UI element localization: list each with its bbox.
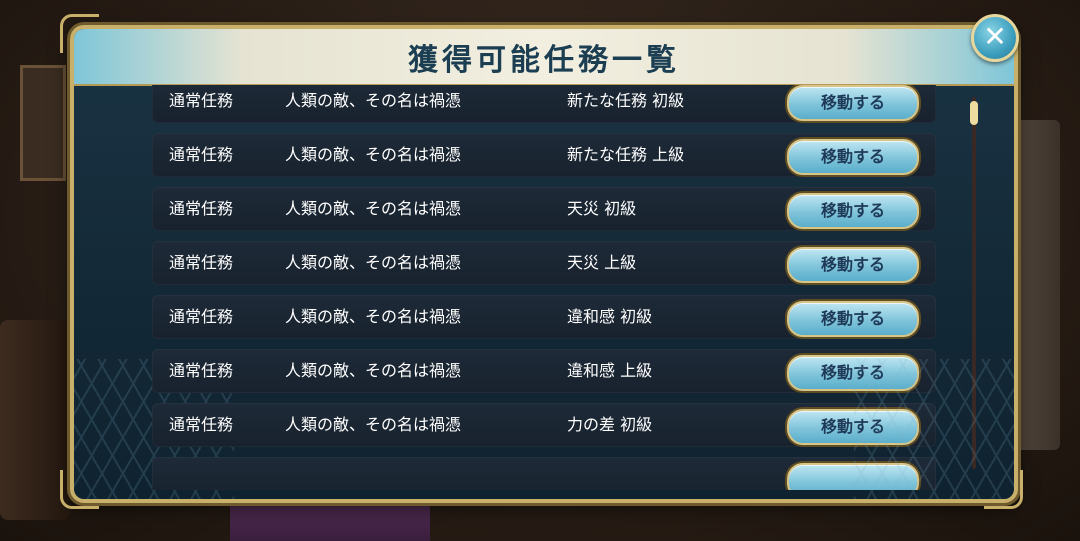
mission-type: 通常任務 [169, 91, 234, 110]
mission-row: 通常任務 人類の敵、その名は禍憑 違和感 初級 移動する [152, 295, 936, 339]
mission-row: 通常任務 人類の敵、その名は禍憑 力の差 初級 移動する [152, 403, 936, 447]
move-button[interactable] [787, 463, 919, 490]
mission-name: 違和感 上級 [567, 361, 653, 380]
close-button[interactable]: ✕ [971, 14, 1019, 62]
title-bar: 獲得可能任務一覧 [74, 29, 1014, 86]
event-name: 人類の敵、その名は禍憑 [285, 361, 462, 380]
frame-corner-bottom-left [60, 470, 99, 509]
scrollbar-thumb[interactable] [970, 101, 978, 125]
mission-row [152, 457, 936, 490]
dialog-title: 獲得可能任務一覧 [408, 42, 680, 78]
event-name: 人類の敵、その名は禍憑 [285, 307, 462, 326]
mission-type: 通常任務 [169, 361, 234, 380]
mission-type: 通常任務 [169, 145, 234, 164]
mission-name: 天災 初級 [567, 199, 637, 218]
event-name: 人類の敵、その名は禍憑 [285, 199, 462, 218]
event-name: 人類の敵、その名は禍憑 [285, 415, 462, 434]
move-button[interactable]: 移動する [787, 247, 919, 283]
mission-row: 通常任務 人類の敵、その名は禍憑 違和感 上級 移動する [152, 349, 936, 393]
move-button[interactable]: 移動する [787, 85, 919, 121]
move-button[interactable]: 移動する [787, 409, 919, 445]
move-button[interactable]: 移動する [787, 355, 919, 391]
close-icon: ✕ [983, 20, 1007, 53]
frame-corner-top-left [60, 14, 99, 53]
scrollbar-track[interactable] [970, 97, 978, 469]
mission-row: 通常任務 人類の敵、その名は禍憑 天災 初級 移動する [152, 187, 936, 231]
mission-type: 通常任務 [169, 415, 234, 434]
move-button[interactable]: 移動する [787, 301, 919, 337]
mission-name: 天災 上級 [567, 253, 637, 272]
mission-type: 通常任務 [169, 199, 234, 218]
mission-name: 違和感 初級 [567, 307, 653, 326]
mission-name: 新たな任務 上級 [567, 145, 685, 164]
event-name: 人類の敵、その名は禍憑 [285, 253, 462, 272]
mission-type: 通常任務 [169, 253, 234, 272]
mission-row: 通常任務 人類の敵、その名は禍憑 新たな任務 上級 移動する [152, 133, 936, 177]
mission-list[interactable]: 通常任務 人類の敵、その名は禍憑 新たな任務 初級 移動する 通常任務 人類の敵… [152, 85, 936, 490]
mission-list-dialog: 獲得可能任務一覧 通常任務 人類の敵、その名は禍憑 新たな任務 初級 移動する … [70, 25, 1018, 503]
mission-row: 通常任務 人類の敵、その名は禍憑 天災 上級 移動する [152, 241, 936, 285]
mission-type: 通常任務 [169, 307, 234, 326]
mission-row: 通常任務 人類の敵、その名は禍憑 新たな任務 初級 移動する [152, 85, 936, 123]
mission-name: 力の差 初級 [567, 415, 653, 434]
event-name: 人類の敵、その名は禍憑 [285, 145, 462, 164]
background-shelf [20, 65, 66, 181]
move-button[interactable]: 移動する [787, 193, 919, 229]
move-button[interactable]: 移動する [787, 139, 919, 175]
mission-name: 新たな任務 初級 [567, 91, 685, 110]
frame-corner-bottom-right [984, 470, 1023, 509]
event-name: 人類の敵、その名は禍憑 [285, 91, 462, 110]
